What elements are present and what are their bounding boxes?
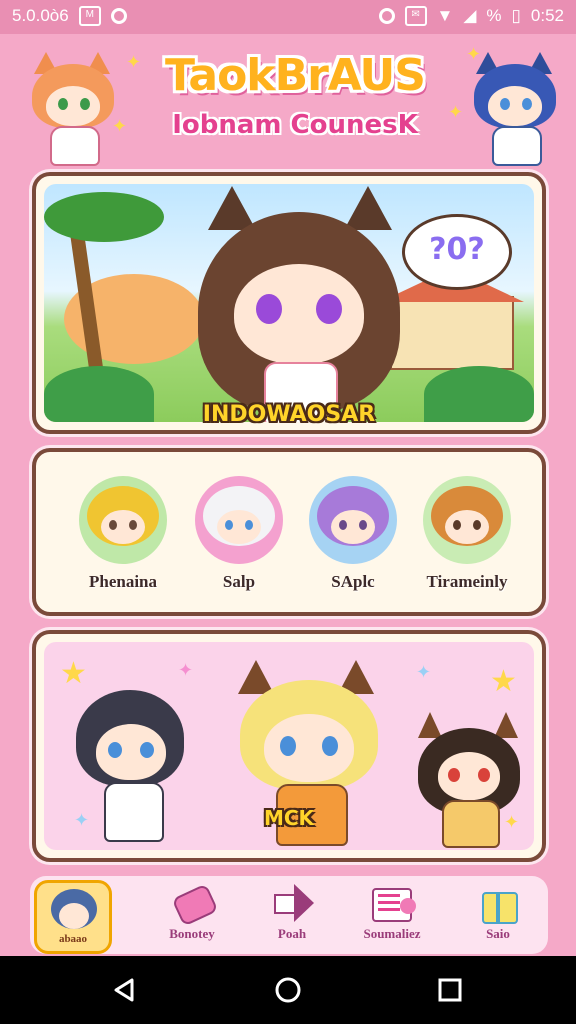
home-icon[interactable]	[274, 976, 302, 1004]
star-icon: ★	[60, 656, 87, 691]
recents-icon[interactable]	[436, 976, 464, 1004]
star-icon: ★	[490, 664, 517, 699]
wifi-signal-icon: ▼	[436, 6, 454, 25]
roster-avatar	[79, 476, 167, 564]
status-left-text: 5.0.0ò6	[12, 6, 69, 25]
gift-box-icon	[476, 882, 520, 924]
sparkle-icon: ✦	[126, 52, 142, 73]
nav-ticket[interactable]: Bonotey	[142, 882, 242, 952]
featured-character-banner[interactable]: ?0? INDOWAOSAR	[32, 172, 546, 434]
game-subtitle: Iobnam CounesK	[172, 110, 418, 140]
nav-label: Poah	[277, 926, 307, 941]
speech-bubble: ?0?	[402, 214, 512, 290]
clock: 0:52	[530, 6, 564, 25]
roster-name: Salp	[222, 572, 256, 591]
banner-scene: ?0?	[44, 184, 534, 422]
sparkle-icon: ✦	[178, 660, 194, 681]
roster-slot[interactable]: SAplc	[298, 476, 408, 606]
party-panel[interactable]: ★ ★ ✦ ✦ ✦ ✦ MCK	[32, 630, 546, 862]
header-right-chibi	[470, 44, 560, 166]
message-icon: ✉	[404, 6, 427, 26]
battery-icon: ▯	[511, 6, 521, 25]
nav-label: Bonotey	[169, 926, 215, 941]
roster-name: SAplc	[331, 572, 375, 591]
profile-avatar-icon: abaao	[34, 880, 112, 954]
wifi-badge-icon: M	[78, 6, 101, 26]
roster-avatar	[423, 476, 511, 564]
nav-profile[interactable]: abaao	[34, 880, 114, 954]
cell-signal-icon: ◢	[463, 6, 477, 25]
nav-arrow[interactable]: Poah	[242, 882, 342, 952]
nav-label: abaao	[58, 933, 88, 945]
status-bar: 5.0.0ò6 M ✉ ▼ ◢ % ▯ 0:52	[0, 0, 576, 34]
banner-label: INDOWAOSAR	[202, 402, 376, 427]
nav-label: Saio	[486, 926, 510, 941]
sync-icon	[378, 8, 395, 24]
featured-character	[194, 186, 404, 422]
roster-avatar	[195, 476, 283, 564]
notification-dot-icon	[110, 8, 127, 24]
nav-list[interactable]: Soumaliez	[342, 882, 442, 952]
sparkle-icon: ✦	[416, 662, 432, 683]
battery-percent: %	[486, 6, 502, 25]
nav-gift[interactable]: Saio	[448, 882, 548, 952]
character-roster: Phenaina Salp SAplc Tirameinly	[32, 448, 546, 616]
roster-name: Tirameinly	[426, 572, 508, 591]
roster-avatar	[309, 476, 397, 564]
ticket-icon	[170, 882, 219, 927]
game-title: TaokBrAUS	[165, 50, 426, 101]
roster-name: Phenaina	[88, 572, 158, 591]
palm-leaves-icon	[44, 192, 164, 242]
list-book-icon	[370, 882, 416, 922]
roster-slot[interactable]: Salp	[184, 476, 294, 606]
nav-label: Soumaliez	[363, 926, 421, 941]
arrow-right-icon	[270, 882, 314, 922]
sparkle-icon: ✦	[466, 44, 482, 65]
roster-slot[interactable]: Tirameinly	[412, 476, 522, 606]
bottom-nav: abaao Bonotey Poah Soumaliez Saio	[30, 876, 548, 954]
system-nav-bar	[0, 956, 576, 1024]
party-label: MCK	[263, 806, 315, 830]
sparkle-icon: ✦	[448, 102, 464, 123]
house-icon	[390, 296, 514, 370]
back-icon[interactable]	[110, 976, 138, 1004]
roster-slot[interactable]: Phenaina	[68, 476, 178, 606]
sparkle-icon: ✦	[112, 116, 128, 137]
header-left-chibi	[28, 44, 118, 166]
